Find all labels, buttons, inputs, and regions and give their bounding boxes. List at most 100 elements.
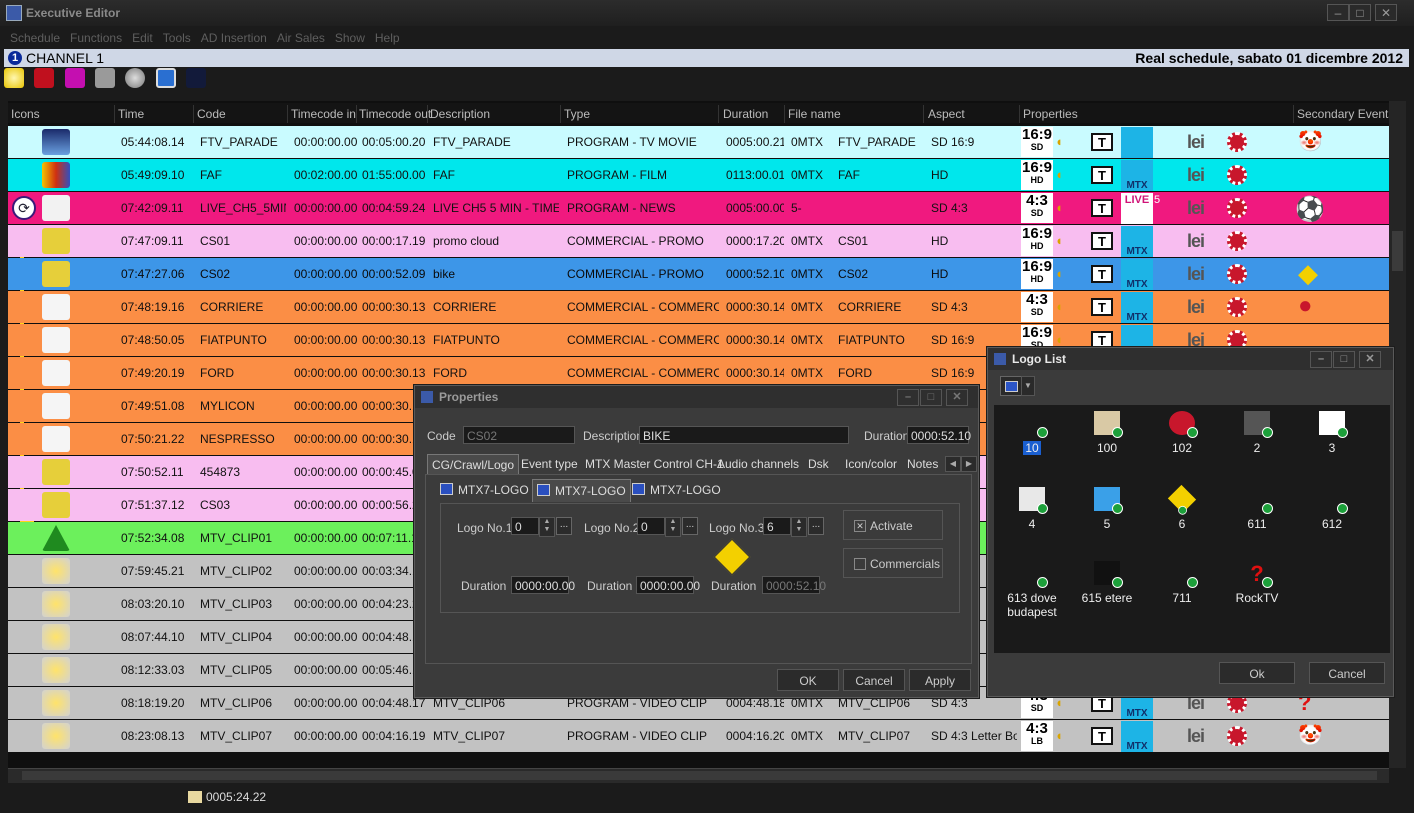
logo-list-item[interactable]: 10 [1002, 411, 1062, 455]
logo-2-browse-button[interactable]: ... [682, 517, 698, 535]
col-aspect[interactable]: Aspect [928, 107, 965, 121]
logo-list-minimize-button[interactable]: – [1310, 351, 1332, 368]
tab-mtx-master-control[interactable]: MTX Master Control CH-1 [585, 454, 724, 474]
logo-1-duration-label: Duration [461, 579, 507, 593]
maximize-button[interactable]: □ [1349, 4, 1371, 21]
window-icon[interactable] [155, 68, 176, 88]
commercials-checkbox[interactable] [854, 558, 866, 570]
table-row[interactable]: 08:23:08.13 MTV_CLIP07 00:00:00.00 00:04:16… [8, 720, 1389, 752]
col-description[interactable]: Description [430, 107, 490, 121]
logo-2-spinner[interactable]: ▲ ▼ [665, 517, 681, 537]
film-red-icon[interactable] [34, 68, 55, 88]
activate-checkbox[interactable]: ✕ [854, 520, 866, 532]
logo-list-item[interactable]: 711 [1152, 561, 1212, 605]
duration-input[interactable]: 0000:52.10 [907, 426, 971, 444]
logo-3-spinner[interactable]: ▲ ▼ [791, 517, 807, 537]
col-properties[interactable]: Properties [1023, 107, 1078, 121]
properties-close-button[interactable]: ✕ [946, 389, 968, 406]
vertical-scroll-thumb[interactable] [1392, 231, 1403, 271]
logo-2-duration-input[interactable]: 0000:00.00 [636, 576, 700, 594]
tab-scroll-right-icon[interactable]: ▶ [961, 456, 977, 472]
horizontal-scroll-thumb[interactable] [22, 771, 1377, 780]
col-timecode-out[interactable]: Timecode out [359, 107, 431, 121]
col-file-name[interactable]: File name [788, 107, 841, 121]
logo-list-ok-button[interactable]: Ok [1219, 662, 1295, 684]
clipboard-icon[interactable] [95, 68, 116, 88]
logo-3-input[interactable]: 6 [763, 517, 791, 535]
logo-list-close-button[interactable]: ✕ [1359, 351, 1381, 368]
logo-list-item[interactable]: 3 [1302, 411, 1362, 455]
properties-ok-button[interactable]: OK [777, 669, 839, 691]
logo-1-duration-input[interactable]: 0000:00.00 [511, 576, 575, 594]
tab-dsk[interactable]: Dsk [808, 454, 829, 474]
table-row[interactable]: ⟳ 07:42:09.11 LIVE_CH5_5MIN 00:00:00.00 00:0… [8, 192, 1389, 224]
table-row[interactable]: 05:49:09.10 FAF 00:02:00.00 01:55:00.00 FAF P… [8, 159, 1389, 191]
col-timecode-in[interactable]: Timecode in [291, 107, 356, 121]
tab-audio-channels[interactable]: Audio channels [717, 454, 799, 474]
logo-list-item[interactable]: 100 [1077, 411, 1137, 455]
subtab-3[interactable]: MTX7-LOGO [632, 483, 721, 497]
logo-3-browse-button[interactable]: ... [808, 517, 824, 535]
subtab-3-label: MTX7-LOGO [650, 483, 721, 497]
menu-help[interactable]: Help [375, 28, 400, 48]
logo-2-input[interactable]: 0 [637, 517, 665, 535]
minimize-button[interactable]: – [1327, 4, 1349, 21]
logo-list-item[interactable]: ? RockTV [1227, 561, 1287, 605]
logo-1-spinner[interactable]: ▲ ▼ [539, 517, 555, 537]
properties-apply-button[interactable]: Apply [909, 669, 971, 691]
table-row[interactable]: 05:44:08.14 FTV_PARADE 00:00:00.00 00:05:00… [8, 126, 1389, 158]
logo-list-item[interactable]: 612 [1302, 487, 1362, 531]
description-input[interactable]: BIKE [639, 426, 849, 444]
close-button[interactable]: ✕ [1375, 4, 1397, 21]
logo-list-item[interactable]: 615 etere [1077, 561, 1137, 605]
table-row[interactable]: 07:47:09.11 CS01 00:00:00.00 00:00:17.19 pro… [8, 225, 1389, 257]
logo-list-maximize-button[interactable]: □ [1333, 351, 1355, 368]
live-channel-number: 5 [1154, 194, 1161, 206]
col-type[interactable]: Type [564, 107, 590, 121]
table-row[interactable]: 07:47:27.06 CS02 00:00:00.00 00:00:52.09 bik… [8, 258, 1389, 290]
grid-header: Icons Time Code Timecode in Timecode out… [8, 103, 1389, 123]
horizontal-scrollbar[interactable] [8, 768, 1389, 783]
logo-1-input[interactable]: 0 [511, 517, 539, 535]
col-icons[interactable]: Icons [11, 107, 40, 121]
logo-list-item[interactable]: 2 [1227, 411, 1287, 455]
tab-icon-color[interactable]: Icon/color [845, 454, 897, 474]
logo-list-cancel-button[interactable]: Cancel [1309, 662, 1385, 684]
menu-air-sales[interactable]: Air Sales [277, 28, 325, 48]
menu-tools[interactable]: Tools [163, 28, 191, 48]
pointer-icon[interactable] [186, 68, 207, 88]
menu-schedule[interactable]: Schedule [10, 28, 60, 48]
table-row[interactable]: 07:48:19.16 CORRIERE 00:00:00.00 00:00:30.1… [8, 291, 1389, 323]
tab-cg-crawl-logo[interactable]: CG/Crawl/Logo [427, 454, 520, 475]
logo-1-browse-button[interactable]: ... [556, 517, 572, 535]
col-time[interactable]: Time [118, 107, 144, 121]
code-input[interactable]: CS02 [463, 426, 575, 444]
logo-3-duration-input[interactable]: 0000:52.10 [762, 576, 826, 594]
col-secondary-events[interactable]: Secondary Events [1297, 107, 1389, 121]
logo-list-item[interactable]: 6 [1152, 484, 1212, 531]
properties-maximize-button[interactable]: □ [920, 389, 942, 406]
logo-list-item[interactable]: 611 [1227, 487, 1287, 531]
properties-cancel-button[interactable]: Cancel [843, 669, 905, 691]
logo-list-item[interactable]: 4 [1002, 487, 1062, 531]
logo-list-item[interactable]: 613 dove budapest [1002, 561, 1062, 619]
tab-notes[interactable]: Notes [907, 454, 938, 474]
reel-icon[interactable] [125, 68, 146, 88]
logo-list-item[interactable]: 102 [1152, 411, 1212, 455]
menu-show[interactable]: Show [335, 28, 365, 48]
col-duration[interactable]: Duration [723, 107, 768, 121]
subtab-2[interactable]: MTX7-LOGO [532, 479, 631, 502]
menu-functions[interactable]: Functions [70, 28, 122, 48]
open-icon[interactable] [4, 68, 24, 88]
view-mode-button[interactable] [1000, 376, 1022, 396]
view-mode-dropdown[interactable]: ▼ [1021, 376, 1035, 396]
film-magenta-icon[interactable] [64, 68, 85, 88]
properties-minimize-button[interactable]: – [897, 389, 919, 406]
logo-list-item[interactable]: 5 [1077, 487, 1137, 531]
menu-edit[interactable]: Edit [132, 28, 153, 48]
tab-event-type[interactable]: Event type [521, 454, 578, 474]
subtab-1[interactable]: MTX7-LOGO [440, 483, 529, 497]
col-code[interactable]: Code [197, 107, 226, 121]
menu-ad-insertion[interactable]: AD Insertion [201, 28, 267, 48]
tab-scroll-left-icon[interactable]: ◀ [945, 456, 961, 472]
